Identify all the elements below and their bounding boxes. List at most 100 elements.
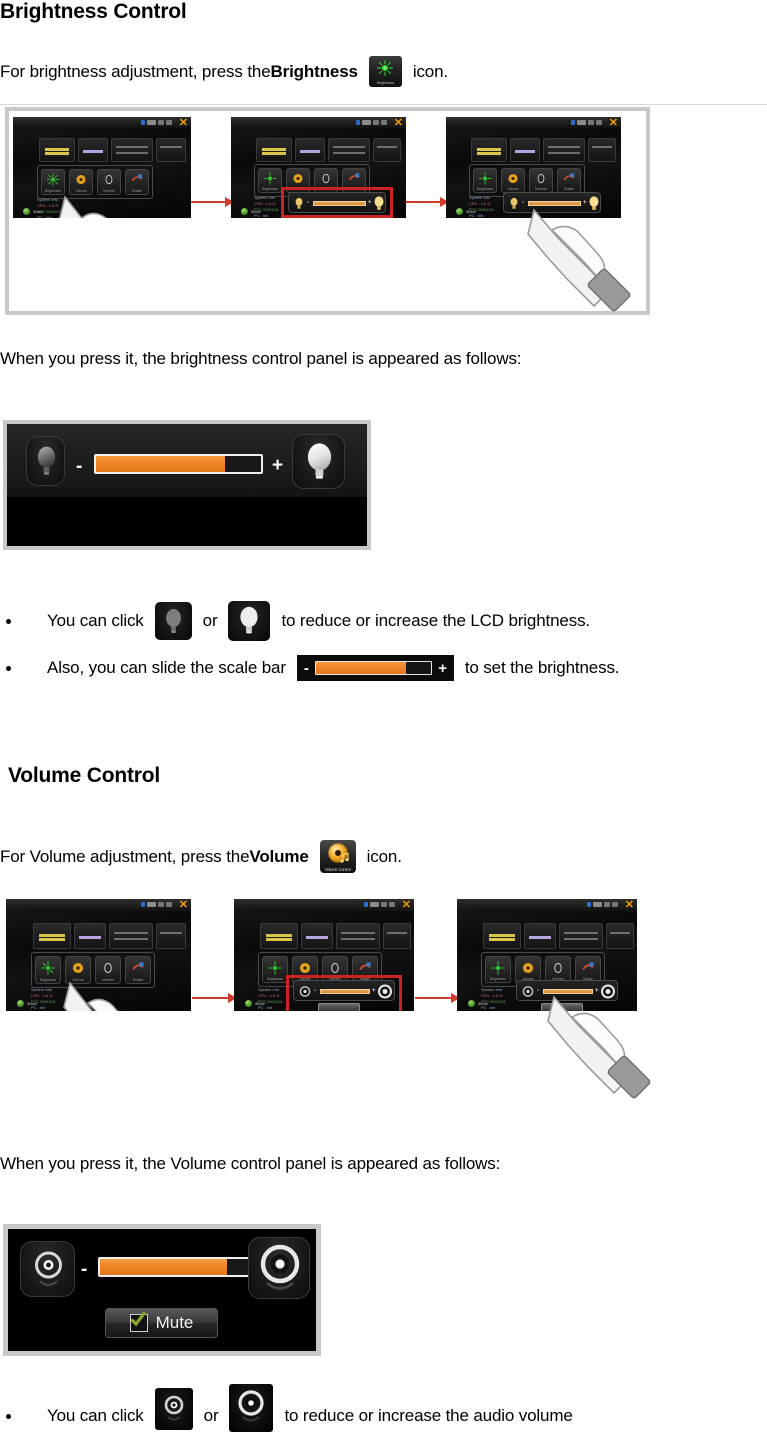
check-glyph (130, 1312, 146, 1327)
bulb-large-icon (374, 196, 384, 210)
device-tile-brightness[interactable]: Brightness (473, 168, 497, 193)
sequence-arrow-4 (415, 993, 460, 1003)
hand-pointer-icon-2 (527, 208, 631, 312)
globe-glyph (322, 174, 330, 184)
close-icon[interactable]: ✕ (394, 118, 403, 129)
mute-label: Mute (155, 1313, 194, 1332)
globe-glyph (331, 962, 339, 973)
page-divider (0, 104, 767, 105)
speaker-high-icon (238, 1390, 265, 1422)
status-icons (571, 120, 602, 125)
globe-glyph (554, 962, 562, 973)
sun-glyph (41, 960, 55, 975)
minus-sign: - (303, 659, 309, 677)
brightness-step-1-screenshot: ✕ Brightness Volume Internet Rotate Syst… (13, 117, 191, 218)
brightness-icon-caption: Brightness (376, 80, 394, 85)
brightness-launcher-icon[interactable]: Brightness (368, 56, 402, 87)
decrease-volume-button-thumbnail[interactable] (154, 1388, 193, 1430)
volume-section-heading: Volume Control (8, 764, 160, 787)
decrease-brightness-button-thumbnail[interactable] (154, 602, 192, 640)
device-top-cards (39, 138, 186, 162)
globe-glyph (537, 174, 545, 184)
volume-icon-caption: Volume Control (324, 866, 351, 872)
brightness-scale-bar-thumbnail[interactable]: - + (296, 655, 454, 681)
increase-brightness-button-thumbnail[interactable] (228, 601, 271, 641)
device-brand: iBase (245, 1000, 265, 1007)
volume-launcher-icon[interactable]: Volume Control (319, 840, 356, 873)
music-note-glyph (339, 853, 349, 863)
close-icon[interactable]: ✕ (609, 118, 618, 129)
brightness-intro-bold: Brightness (270, 62, 358, 81)
device-tile-brightness[interactable]: Brightness (485, 956, 511, 983)
device-brand: iBase (468, 1000, 488, 1007)
volume-mini-track[interactable] (320, 989, 370, 994)
close-icon[interactable]: ✕ (625, 900, 634, 911)
device-top-cards (33, 923, 186, 949)
device-tile-brightness[interactable]: Brightness (258, 168, 282, 193)
brightness-control-panel-frame: - + (3, 420, 371, 550)
rotate-glyph (348, 173, 360, 181)
brightness-plus-label[interactable]: + (272, 456, 283, 475)
device-top-cards (483, 923, 634, 949)
volume-intro-paragraph: For Volume adjustment, press the Volume … (0, 840, 402, 873)
close-icon[interactable]: ✕ (402, 900, 411, 911)
volume-minus-label[interactable]: - (81, 1260, 87, 1279)
sequence-arrow-2 (406, 197, 449, 207)
device-info-text: System Info CPU : 1.6 G RTC 00/01/01 PC : I… (481, 987, 506, 1010)
close-icon[interactable]: ✕ (179, 900, 188, 911)
device-info-text: System Info CPU : 1.6 G RTC 00/01/01 PC : I… (31, 987, 56, 1010)
status-icons (356, 120, 387, 125)
increase-volume-button[interactable] (248, 1237, 310, 1299)
rotate-glyph (582, 961, 594, 970)
volume-panel-caption: When you press it, the Volume control pa… (0, 1154, 501, 1173)
hand-pointer-icon-4 (547, 995, 651, 1099)
brightness-panel-caption: When you press it, the brightness contro… (0, 349, 522, 368)
brightness-mini-track[interactable] (313, 201, 366, 206)
status-icons (141, 902, 172, 907)
sun-glyph (377, 59, 394, 77)
volume-bullet-text-before: You can click (47, 1406, 144, 1425)
volume-bullet-text-middle: or (203, 1406, 219, 1425)
increase-volume-button-thumbnail[interactable] (229, 1384, 274, 1432)
brightness-intro-text-before: For brightness adjustment, press the (0, 62, 271, 81)
close-icon[interactable]: ✕ (179, 118, 188, 129)
increase-brightness-button[interactable] (292, 434, 345, 489)
volume-disc-glyph (522, 962, 534, 973)
mute-button[interactable]: Mute (105, 1308, 218, 1338)
brightness-intro-paragraph: For brightness adjustment, press the Bri… (0, 56, 448, 87)
brightness-bullet-2: Also, you can slide the scale bar - + to… (6, 655, 620, 681)
decrease-volume-button[interactable] (20, 1241, 75, 1297)
bullet-1-text-middle: or (202, 611, 218, 630)
volume-disc-glyph (508, 174, 518, 184)
brightness-section-heading: Brightness Control (0, 0, 187, 23)
brightness-minus-label[interactable]: - (76, 457, 82, 476)
brightness-mini-panel: - + (288, 192, 386, 213)
device-top-cards (256, 138, 401, 162)
volume-step-2-screenshot: ✕ Brightness Volume Internet Rotate Syst… (234, 899, 414, 1011)
volume-control-panel: - + Mute (8, 1229, 316, 1351)
brightness-slider-track[interactable] (94, 454, 263, 474)
volume-sequence: ✕ Brightness Volume Internet Rotate Syst… (0, 885, 700, 1125)
speaker-low-icon (35, 1251, 62, 1286)
volume-mini-mute-button[interactable] (318, 1003, 360, 1011)
sun-glyph (491, 960, 505, 975)
brand-dot-icon (17, 1000, 24, 1007)
bulb-small-icon (295, 197, 303, 209)
decrease-brightness-button[interactable] (26, 436, 65, 486)
volume-bullet-1: You can click or to reduce or increase t… (6, 1384, 573, 1432)
scale-bar-track[interactable] (314, 661, 432, 675)
bullet-dot-icon (6, 1413, 11, 1419)
bulb-dim-icon (165, 609, 181, 633)
bullet-1-text-after: to reduce or increase the LCD brightness… (281, 611, 591, 630)
volume-slider-track[interactable] (98, 1257, 263, 1277)
brand-dot-icon (241, 208, 248, 215)
brightness-intro-text-after: icon. (412, 62, 448, 81)
device-top-cards (260, 923, 411, 949)
device-tile-volume[interactable]: Volume (515, 956, 541, 983)
mute-checkbox-icon[interactable] (129, 1312, 148, 1332)
device-brand: iBase (456, 208, 476, 215)
device-tile-brightness[interactable]: Brightness (262, 956, 288, 983)
brand-dot-icon (468, 1000, 475, 1007)
status-icons (587, 902, 618, 907)
sun-glyph (478, 172, 492, 186)
